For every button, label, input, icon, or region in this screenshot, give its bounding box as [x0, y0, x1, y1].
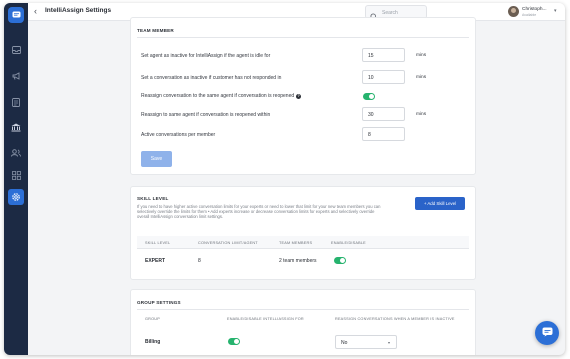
reopen-window-label: Reassign to same agent if conversation i… — [141, 112, 271, 118]
column-header: TEAM MEMBERS — [279, 241, 313, 245]
team-members-count[interactable]: 2 team members — [279, 258, 317, 264]
column-header: GROUP — [145, 317, 160, 321]
chat-widget-button[interactable] — [535, 321, 559, 345]
skill-level-title: SKILL LEVEL — [137, 196, 169, 201]
skill-level-name: EXPERT — [145, 258, 166, 264]
idle-timeout-input[interactable]: 15 — [362, 48, 405, 62]
reopen-window-unit: mins — [416, 112, 427, 117]
conversation-limit: 8 — [198, 258, 201, 264]
user-menu[interactable]: Christoph... Available ▾ — [506, 5, 564, 19]
column-header: ENABLE/DISABLE — [331, 241, 366, 245]
app-logo-icon[interactable] — [8, 7, 24, 23]
reassign-select-value: No — [341, 340, 348, 346]
reassign-same-agent-toggle[interactable] — [363, 93, 375, 100]
group-name: Billing — [145, 339, 161, 345]
active-conversations-label: Active conversations per member — [141, 132, 216, 138]
skill-level-card: SKILL LEVEL If you need to have higher a… — [130, 186, 476, 280]
column-header: CONVERSATION LIMIT/AGENT — [198, 241, 258, 245]
customer-inactive-unit: mins — [416, 75, 427, 80]
search-placeholder: Search — [382, 9, 398, 16]
reopen-window-input[interactable]: 30 — [362, 107, 405, 121]
divider — [137, 309, 469, 310]
customer-inactive-label: Set a conversation as inactive if custom… — [141, 75, 282, 81]
contacts-icon[interactable] — [10, 147, 22, 159]
page-title: IntelliAssign Settings — [45, 7, 112, 14]
back-arrow-icon[interactable]: ‹ — [34, 6, 37, 16]
skill-level-toggle[interactable] — [334, 257, 346, 264]
group-intelliassign-toggle[interactable] — [228, 338, 240, 345]
sidebar — [4, 3, 28, 355]
team-member-title: TEAM MEMBER — [137, 28, 174, 33]
chevron-down-icon: ▾ — [554, 8, 557, 14]
reassign-same-agent-label: Reassign conversation to the same agent … — [141, 93, 302, 99]
team-member-card: TEAM MEMBER Set agent as inactive for In… — [130, 17, 476, 175]
add-skill-level-button[interactable]: + Add Skill Level — [415, 197, 465, 210]
inbox-icon[interactable] — [10, 44, 22, 56]
customer-inactive-input[interactable]: 10 — [362, 70, 405, 84]
chevron-down-icon: ▾ — [387, 340, 390, 345]
column-header: ENABLE/DISABLE INTELLIASSIGN FOR — [227, 317, 304, 321]
settings-icon[interactable] — [8, 189, 24, 205]
reassign-select[interactable]: No ▾ — [335, 335, 397, 349]
chat-icon — [542, 324, 553, 342]
idle-timeout-label: Set agent as inactive for IntelliAssign … — [141, 53, 271, 59]
grid-icon[interactable] — [10, 169, 22, 181]
divider — [137, 37, 469, 38]
skill-level-description: If you need to have higher active conver… — [137, 204, 381, 220]
user-name: Christoph... — [522, 7, 547, 12]
column-header: REASSIGN CONVERSATIONS WHEN A MEMBER IS … — [335, 317, 455, 321]
group-settings-title: GROUP SETTINGS — [137, 300, 181, 305]
app-window: ‹ IntelliAssign Settings Search Christop… — [4, 3, 565, 355]
user-status: Available — [522, 13, 537, 17]
group-settings-card: GROUP SETTINGS GROUP ENABLE/DISABLE INTE… — [130, 289, 476, 355]
avatar — [508, 6, 519, 17]
save-button[interactable]: Save — [141, 151, 172, 167]
document-icon[interactable] — [10, 96, 22, 108]
help-icon[interactable]: ? — [296, 93, 302, 99]
active-conversations-input[interactable]: 8 — [362, 127, 405, 141]
idle-timeout-unit: mins — [416, 53, 427, 58]
bank-icon[interactable] — [10, 121, 22, 133]
megaphone-icon[interactable] — [10, 70, 22, 82]
column-header: SKILL LEVEL — [145, 241, 171, 245]
